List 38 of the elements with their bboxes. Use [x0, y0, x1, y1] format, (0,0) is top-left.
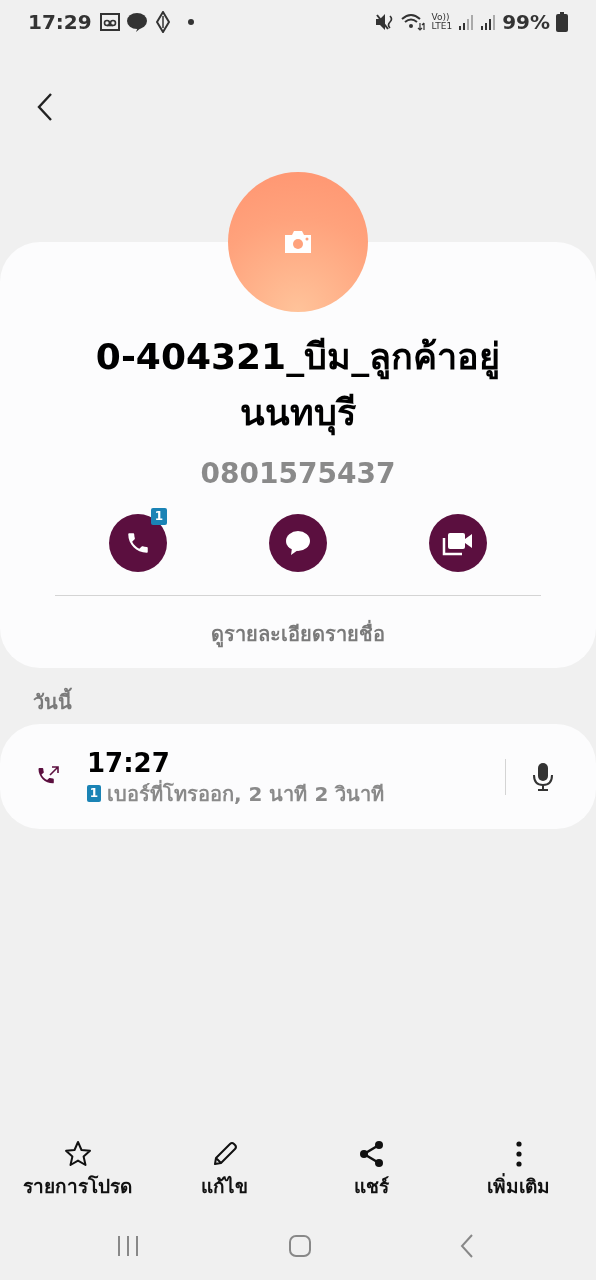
video-call-button[interactable]: [429, 514, 487, 572]
more-button[interactable]: เพิ่มเติม: [445, 1132, 592, 1212]
chat-bubble-icon: [284, 529, 312, 557]
section-header: วันนี้: [0, 687, 596, 717]
phone-number: 0801575437: [199, 456, 397, 492]
dot-icon: [187, 19, 194, 25]
home-icon[interactable]: [287, 1234, 312, 1258]
signal-icon: [480, 13, 497, 31]
star-icon: [63, 1140, 92, 1168]
lte-label: LTE1: [431, 22, 453, 31]
call-log-entry[interactable]: 17:27 1 เบอร์ที่โทรออก, 2 นาที 2 วินาที: [0, 724, 596, 829]
call-detail: เบอร์ที่โทรออก, 2 นาที 2 วินาที: [107, 779, 385, 808]
camera-icon: [283, 230, 313, 254]
battery-icon: [556, 12, 568, 32]
favorite-button[interactable]: รายการโปรด: [4, 1132, 151, 1212]
recent-apps-icon[interactable]: [117, 1235, 139, 1257]
diamond-icon: [155, 11, 170, 33]
share-button[interactable]: แชร์: [298, 1132, 445, 1212]
battery-level: 99%: [502, 10, 550, 34]
more-options-icon: [514, 1140, 523, 1168]
sim-badge: 1: [87, 785, 101, 802]
phone-icon: [125, 530, 151, 556]
back-icon[interactable]: [460, 1234, 474, 1258]
voicemail-icon: [99, 13, 120, 31]
sim-badge: 1: [151, 508, 167, 525]
contact-name: 0-404321_บีม_ลูกค้าอยู่นนทบุรี: [63, 329, 533, 441]
signal-icon: [458, 13, 475, 31]
edit-button[interactable]: แก้ไข: [151, 1132, 298, 1212]
call-time: 17:27: [87, 746, 171, 780]
share-icon: [358, 1140, 385, 1168]
chat-bubble-icon: [125, 12, 148, 32]
wifi-icon: [401, 13, 426, 31]
microphone-icon[interactable]: [532, 761, 554, 792]
status-time: 17:29: [28, 10, 92, 34]
volte-label: Vo)): [431, 13, 450, 22]
message-button[interactable]: [269, 514, 327, 572]
view-contact-details-link[interactable]: ดูรายละเอียดรายชื่อ: [211, 616, 385, 652]
video-camera-icon: [442, 530, 474, 556]
